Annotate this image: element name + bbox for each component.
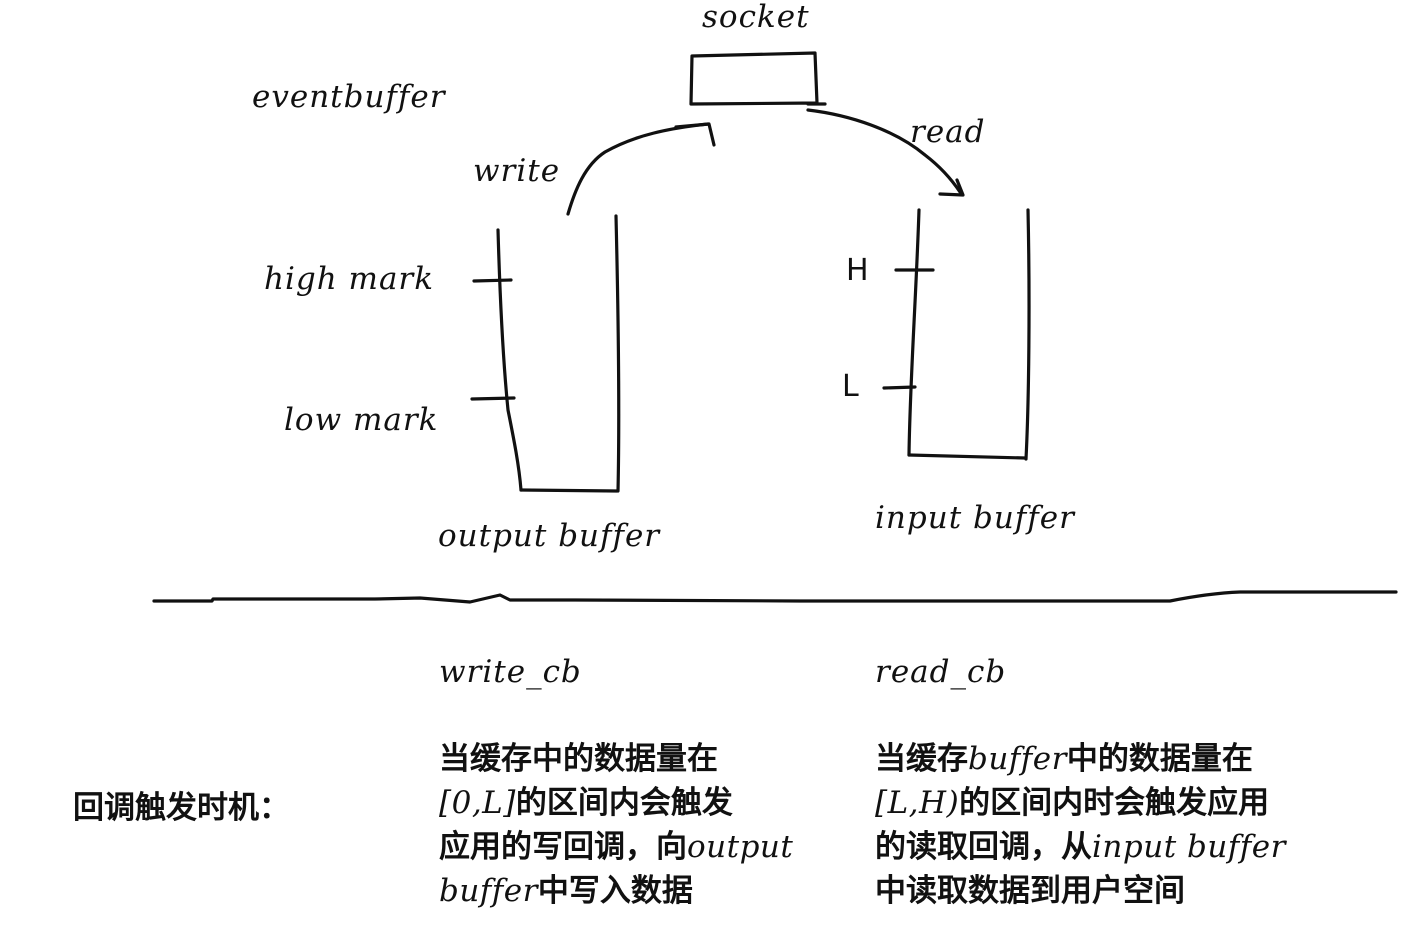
output-buffer-right-wall <box>614 214 621 493</box>
low-mark-label: low mark <box>284 402 439 438</box>
write-label: write <box>473 153 561 189</box>
read-desc-line4: 中读取数据到用户空间 <box>875 873 1185 909</box>
socket-label: socket <box>702 0 810 35</box>
write-cb-description: 当缓存中的数据量在 [0,L]的区间内会触发 应用的写回调，向output bu… <box>439 737 793 913</box>
h-label: H <box>846 253 870 288</box>
read-desc-range: [L,H) <box>875 785 960 821</box>
output-buffer-bottom <box>519 488 619 493</box>
write-desc-line4-cn: 中写入数据 <box>537 873 693 909</box>
eventbuffer-label: eventbuffer <box>252 79 446 115</box>
write-desc-range: [0,L] <box>439 785 516 821</box>
output-buffer-left-wall <box>496 228 523 492</box>
callback-timing-label: 回调触发时机： <box>73 790 290 826</box>
write-arrowhead <box>674 122 716 147</box>
read-desc-line3-cn: 的读取回调，从 <box>875 829 1092 865</box>
input-buffer-bottom <box>907 453 1027 460</box>
divider-line <box>152 590 1398 604</box>
read-desc-line2-rest: 的区间内时会触发应用 <box>959 785 1270 821</box>
high-mark-tick <box>472 278 513 283</box>
l-label: L <box>842 369 860 404</box>
output-buffer-label: output buffer <box>438 518 661 554</box>
read-desc-line3: 的读取回调，从input buffer <box>875 825 1286 869</box>
write-cb-label: write_cb <box>439 654 582 690</box>
write-desc-line4-latin: buffer <box>439 873 538 909</box>
read-cb-description: 当缓存buffer中的数据量在 [L,H)的区间内时会触发应用 的读取回调，从i… <box>875 737 1286 913</box>
write-desc-line1: 当缓存中的数据量在 <box>439 741 718 777</box>
read-desc-line1-cn-b: 中的数据量在 <box>1066 741 1253 777</box>
write-desc-line2: [0,L]的区间内会触发 <box>439 781 793 825</box>
read-label: read <box>910 114 986 150</box>
input-buffer-right-wall <box>1024 208 1031 461</box>
write-arrow <box>566 122 710 216</box>
write-desc-line2-rest: 的区间内会触发 <box>515 785 733 821</box>
l-tick <box>882 385 917 390</box>
socket-box <box>689 51 827 106</box>
read-desc-line2: [L,H)的区间内时会触发应用 <box>875 781 1286 825</box>
read-desc-line1-latin: buffer <box>968 741 1067 777</box>
read-desc-line3-latin: input buffer <box>1092 829 1286 865</box>
read-desc-line1-cn-a: 当缓存 <box>875 741 968 777</box>
input-buffer-left-wall <box>907 208 921 457</box>
write-desc-line3-latin: output <box>687 829 794 865</box>
high-mark-label: high mark <box>264 261 435 297</box>
low-mark-tick <box>470 396 516 401</box>
read-cb-label: read_cb <box>875 654 1007 690</box>
write-desc-line3: 应用的写回调，向output <box>439 825 793 869</box>
write-desc-line4: buffer中写入数据 <box>439 869 793 913</box>
read-desc-line1: 当缓存buffer中的数据量在 <box>875 737 1286 781</box>
input-buffer-label: input buffer <box>875 500 1075 536</box>
write-desc-line3-cn: 应用的写回调，向 <box>439 829 687 865</box>
